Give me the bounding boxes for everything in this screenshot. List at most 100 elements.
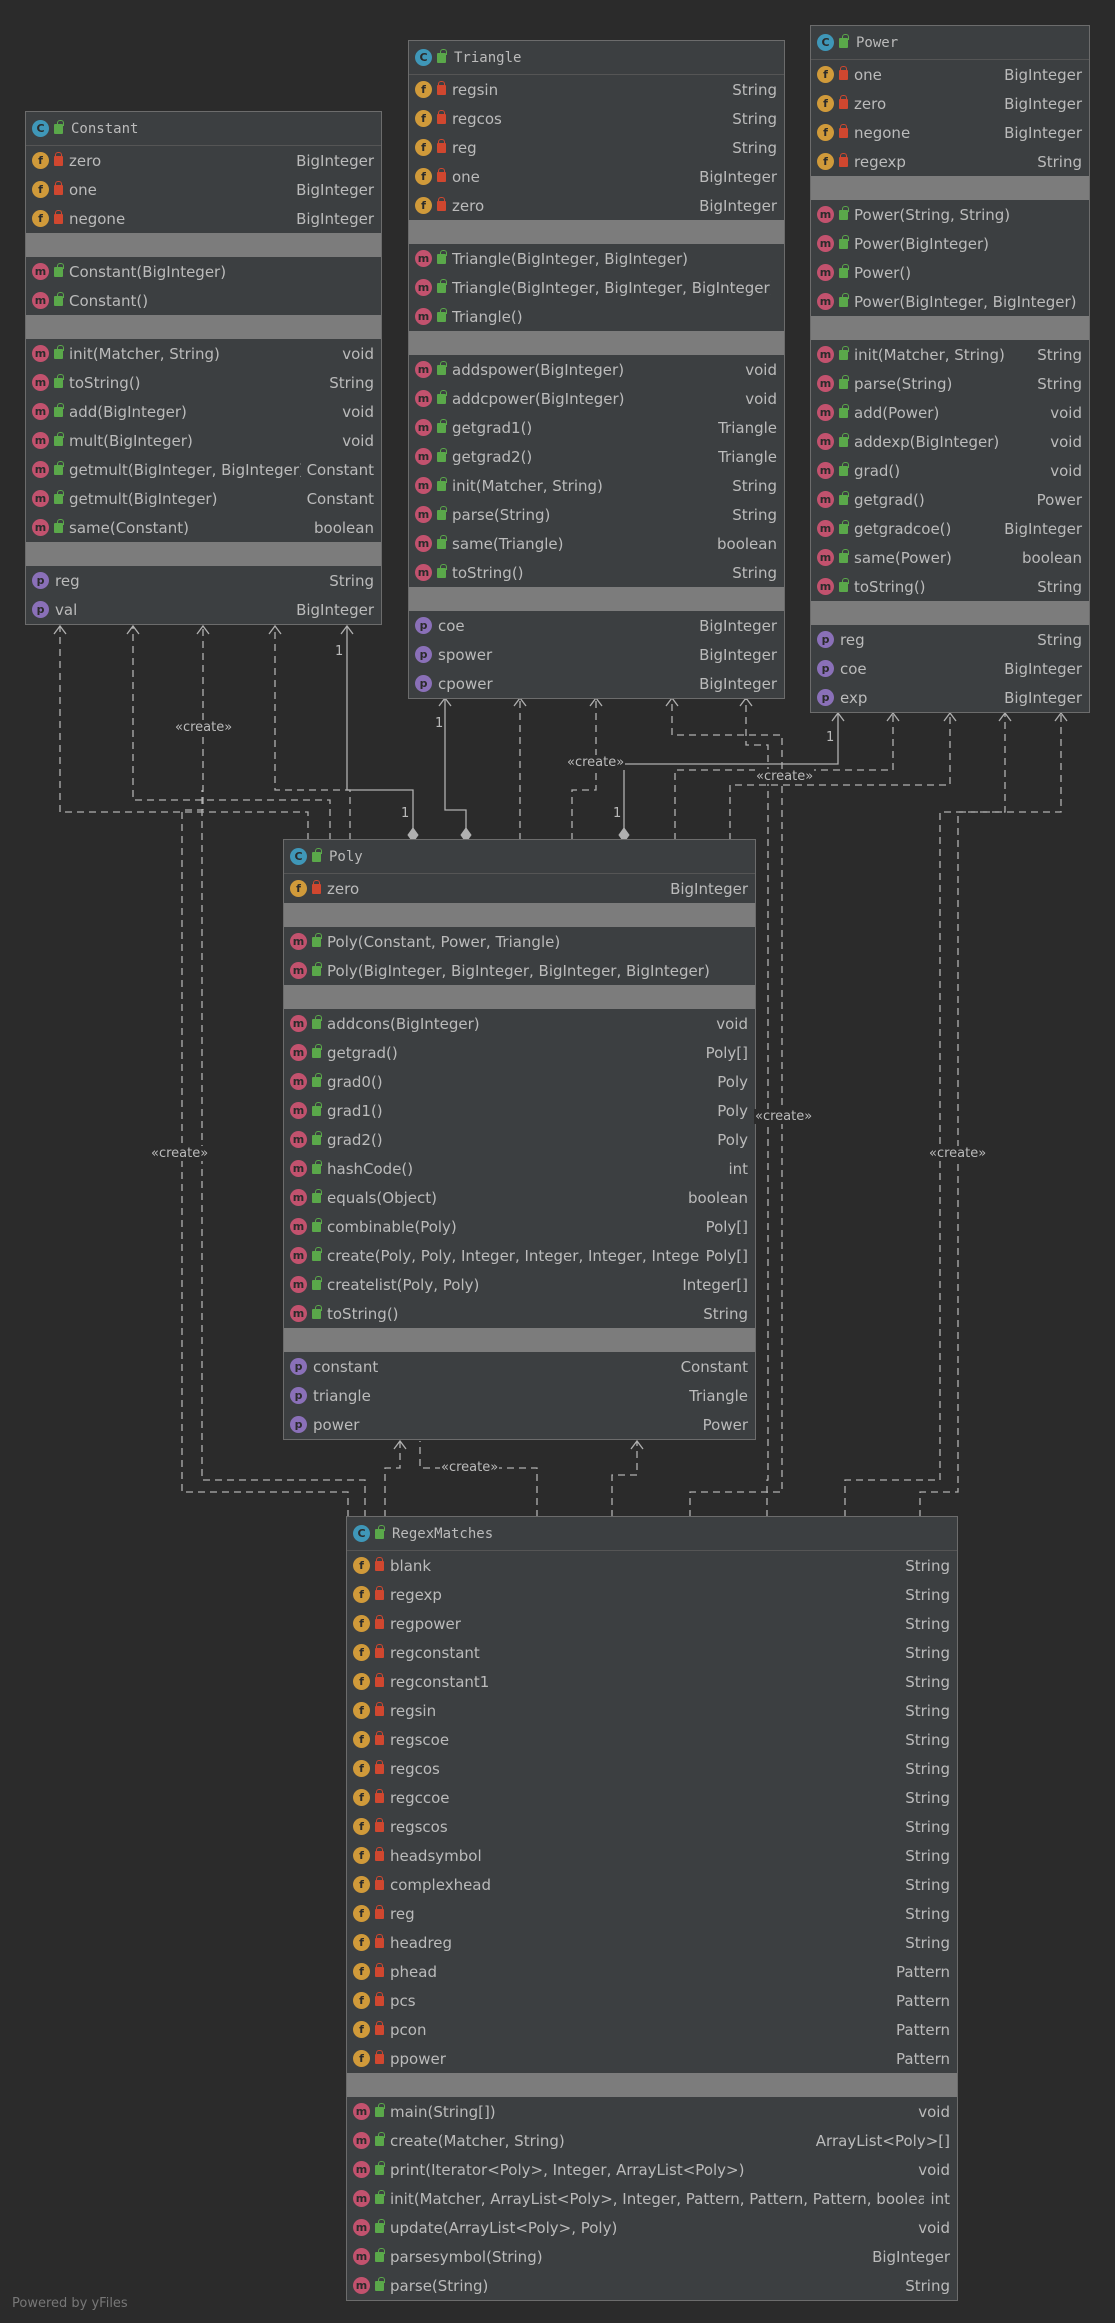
field-row[interactable]: f regpower String <box>347 1609 957 1638</box>
method-row[interactable]: m addexp(BigInteger) void <box>811 427 1089 456</box>
method-row[interactable]: m getgrad() Power <box>811 485 1089 514</box>
method-row[interactable]: m init(Matcher, String) String <box>409 471 784 500</box>
field-row[interactable]: f ppower Pattern <box>347 2044 957 2073</box>
method-row[interactable]: m combinable(Poly) Poly[] <box>284 1212 755 1241</box>
property-row[interactable]: p spower BigInteger <box>409 640 784 669</box>
method-row[interactable]: m getmult(BigInteger) Constant <box>26 484 381 513</box>
class-regexmatches[interactable]: C RegexMatches f blank String f regexp String f r… <box>346 1516 958 2301</box>
constructor-row[interactable]: m Power(BigInteger, BigInteger) <box>811 287 1089 316</box>
method-row[interactable]: m addspower(BigInteger) void <box>409 355 784 384</box>
method-row[interactable]: m hashCode() int <box>284 1154 755 1183</box>
property-row[interactable]: p val BigInteger <box>26 595 381 624</box>
method-row[interactable]: m toString() String <box>284 1299 755 1328</box>
field-row[interactable]: f reg String <box>409 133 784 162</box>
property-row[interactable]: p cpower BigInteger <box>409 669 784 698</box>
property-row[interactable]: p power Power <box>284 1410 755 1439</box>
property-row[interactable]: p coe BigInteger <box>811 654 1089 683</box>
method-row[interactable]: m getgradcoe() BigInteger <box>811 514 1089 543</box>
method-row[interactable]: m init(Matcher, String) void <box>26 339 381 368</box>
field-row[interactable]: f complexhead String <box>347 1870 957 1899</box>
field-row[interactable]: f regcos String <box>347 1754 957 1783</box>
method-row[interactable]: m parse(String) String <box>409 500 784 529</box>
field-row[interactable]: f headreg String <box>347 1928 957 1957</box>
method-row[interactable]: m same(Triangle) boolean <box>409 529 784 558</box>
method-row[interactable]: m init(Matcher, ArrayList<Poly>, Integer,… <box>347 2184 957 2213</box>
field-row[interactable]: f regccoe String <box>347 1783 957 1812</box>
constructor-row[interactable]: m Poly(Constant, Power, Triangle) <box>284 927 755 956</box>
method-row[interactable]: m toString() String <box>409 558 784 587</box>
method-row[interactable]: m parse(String) String <box>811 369 1089 398</box>
field-row[interactable]: f zero BigInteger <box>409 191 784 220</box>
field-row[interactable]: f regcos String <box>409 104 784 133</box>
property-row[interactable]: p coe BigInteger <box>409 611 784 640</box>
property-row[interactable]: p triangle Triangle <box>284 1381 755 1410</box>
field-row[interactable]: f one BigInteger <box>26 175 381 204</box>
field-row[interactable]: f regsin String <box>347 1696 957 1725</box>
method-row[interactable]: m getmult(BigInteger, BigInteger) Constant <box>26 455 381 484</box>
constructor-row[interactable]: m Power(String, String) <box>811 200 1089 229</box>
field-row[interactable]: f reg String <box>347 1899 957 1928</box>
method-row[interactable]: m same(Constant) boolean <box>26 513 381 542</box>
method-row[interactable]: m createlist(Poly, Poly) Integer[] <box>284 1270 755 1299</box>
field-row[interactable]: f regscoe String <box>347 1725 957 1754</box>
class-power[interactable]: C Power f one BigInteger f zero BigInteger f nego… <box>810 25 1090 713</box>
method-row[interactable]: m same(Power) boolean <box>811 543 1089 572</box>
method-row[interactable]: m addcpower(BigInteger) void <box>409 384 784 413</box>
constructor-row[interactable]: m Triangle(BigInteger, BigInteger) <box>409 244 784 273</box>
constructor-row[interactable]: m Constant(BigInteger) <box>26 257 381 286</box>
method-row[interactable]: m equals(Object) boolean <box>284 1183 755 1212</box>
constructor-row[interactable]: m Power() <box>811 258 1089 287</box>
property-row[interactable]: p reg String <box>811 625 1089 654</box>
method-row[interactable]: m add(Power) void <box>811 398 1089 427</box>
field-row[interactable]: f zero BigInteger <box>811 89 1089 118</box>
method-row[interactable]: m getgrad() Poly[] <box>284 1038 755 1067</box>
method-row[interactable]: m toString() String <box>26 368 381 397</box>
method-row[interactable]: m main(String[]) void <box>347 2097 957 2126</box>
method-row[interactable]: m add(BigInteger) void <box>26 397 381 426</box>
field-row[interactable]: f phead Pattern <box>347 1957 957 1986</box>
method-row[interactable]: m create(Poly, Poly, Integer, Integer, In… <box>284 1241 755 1270</box>
method-row[interactable]: m print(Iterator<Poly>, Integer, ArrayLis… <box>347 2155 957 2184</box>
property-row[interactable]: p constant Constant <box>284 1352 755 1381</box>
field-row[interactable]: f regconstant1 String <box>347 1667 957 1696</box>
field-row[interactable]: f zero BigInteger <box>284 874 755 903</box>
constructor-row[interactable]: m Constant() <box>26 286 381 315</box>
field-row[interactable]: f zero BigInteger <box>26 146 381 175</box>
property-row[interactable]: p exp BigInteger <box>811 683 1089 712</box>
method-row[interactable]: m parsesymbol(String) BigInteger <box>347 2242 957 2271</box>
method-row[interactable]: m update(ArrayList<Poly>, Poly) void <box>347 2213 957 2242</box>
method-row[interactable]: m mult(BigInteger) void <box>26 426 381 455</box>
property-row[interactable]: p reg String <box>26 566 381 595</box>
field-row[interactable]: f pcs Pattern <box>347 1986 957 2015</box>
field-row[interactable]: f blank String <box>347 1551 957 1580</box>
field-row[interactable]: f one BigInteger <box>409 162 784 191</box>
field-row[interactable]: f regsin String <box>409 75 784 104</box>
method-row[interactable]: m create(Matcher, String) ArrayList<Poly>[… <box>347 2126 957 2155</box>
class-poly[interactable]: C Poly f zero BigInteger m Poly(Constant, Powe… <box>283 839 756 1440</box>
field-row[interactable]: f negone BigInteger <box>811 118 1089 147</box>
constructor-row[interactable]: m Triangle(BigInteger, BigInteger, BigInt… <box>409 273 784 302</box>
field-row[interactable]: f regexp String <box>347 1580 957 1609</box>
method-row[interactable]: m toString() String <box>811 572 1089 601</box>
method-row[interactable]: m getgrad1() Triangle <box>409 413 784 442</box>
class-triangle[interactable]: C Triangle f regsin String f regcos String f reg S… <box>408 40 785 699</box>
method-row[interactable]: m grad0() Poly <box>284 1067 755 1096</box>
field-row[interactable]: f regscos String <box>347 1812 957 1841</box>
method-row[interactable]: m grad2() Poly <box>284 1125 755 1154</box>
field-row[interactable]: f negone BigInteger <box>26 204 381 233</box>
field-row[interactable]: f headsymbol String <box>347 1841 957 1870</box>
constructor-row[interactable]: m Power(BigInteger) <box>811 229 1089 258</box>
constructor-row[interactable]: m Poly(BigInteger, BigInteger, BigInteger… <box>284 956 755 985</box>
constructor-row[interactable]: m Triangle() <box>409 302 784 331</box>
method-row[interactable]: m init(Matcher, String) String <box>811 340 1089 369</box>
method-row[interactable]: m getgrad2() Triangle <box>409 442 784 471</box>
field-row[interactable]: f one BigInteger <box>811 60 1089 89</box>
field-row[interactable]: f pcon Pattern <box>347 2015 957 2044</box>
method-row[interactable]: m addcons(BigInteger) void <box>284 1009 755 1038</box>
method-row[interactable]: m grad1() Poly <box>284 1096 755 1125</box>
method-row[interactable]: m parse(String) String <box>347 2271 957 2300</box>
class-constant[interactable]: C Constant f zero BigInteger f one BigInteger f n… <box>25 111 382 625</box>
field-row[interactable]: f regexp String <box>811 147 1089 176</box>
method-row[interactable]: m grad() void <box>811 456 1089 485</box>
field-row[interactable]: f regconstant String <box>347 1638 957 1667</box>
